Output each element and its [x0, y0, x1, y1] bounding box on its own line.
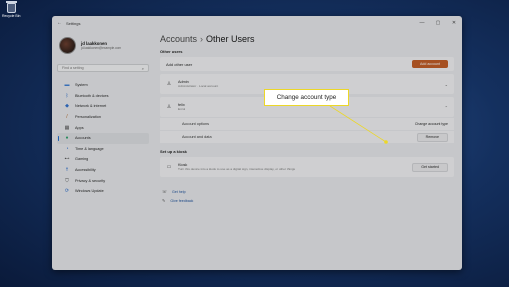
callout-pointer — [329, 105, 388, 144]
callout-line — [329, 105, 387, 143]
callout-dot — [384, 140, 388, 144]
callout-text: Change account type — [276, 94, 337, 101]
callout-box: Change account type — [264, 89, 349, 106]
